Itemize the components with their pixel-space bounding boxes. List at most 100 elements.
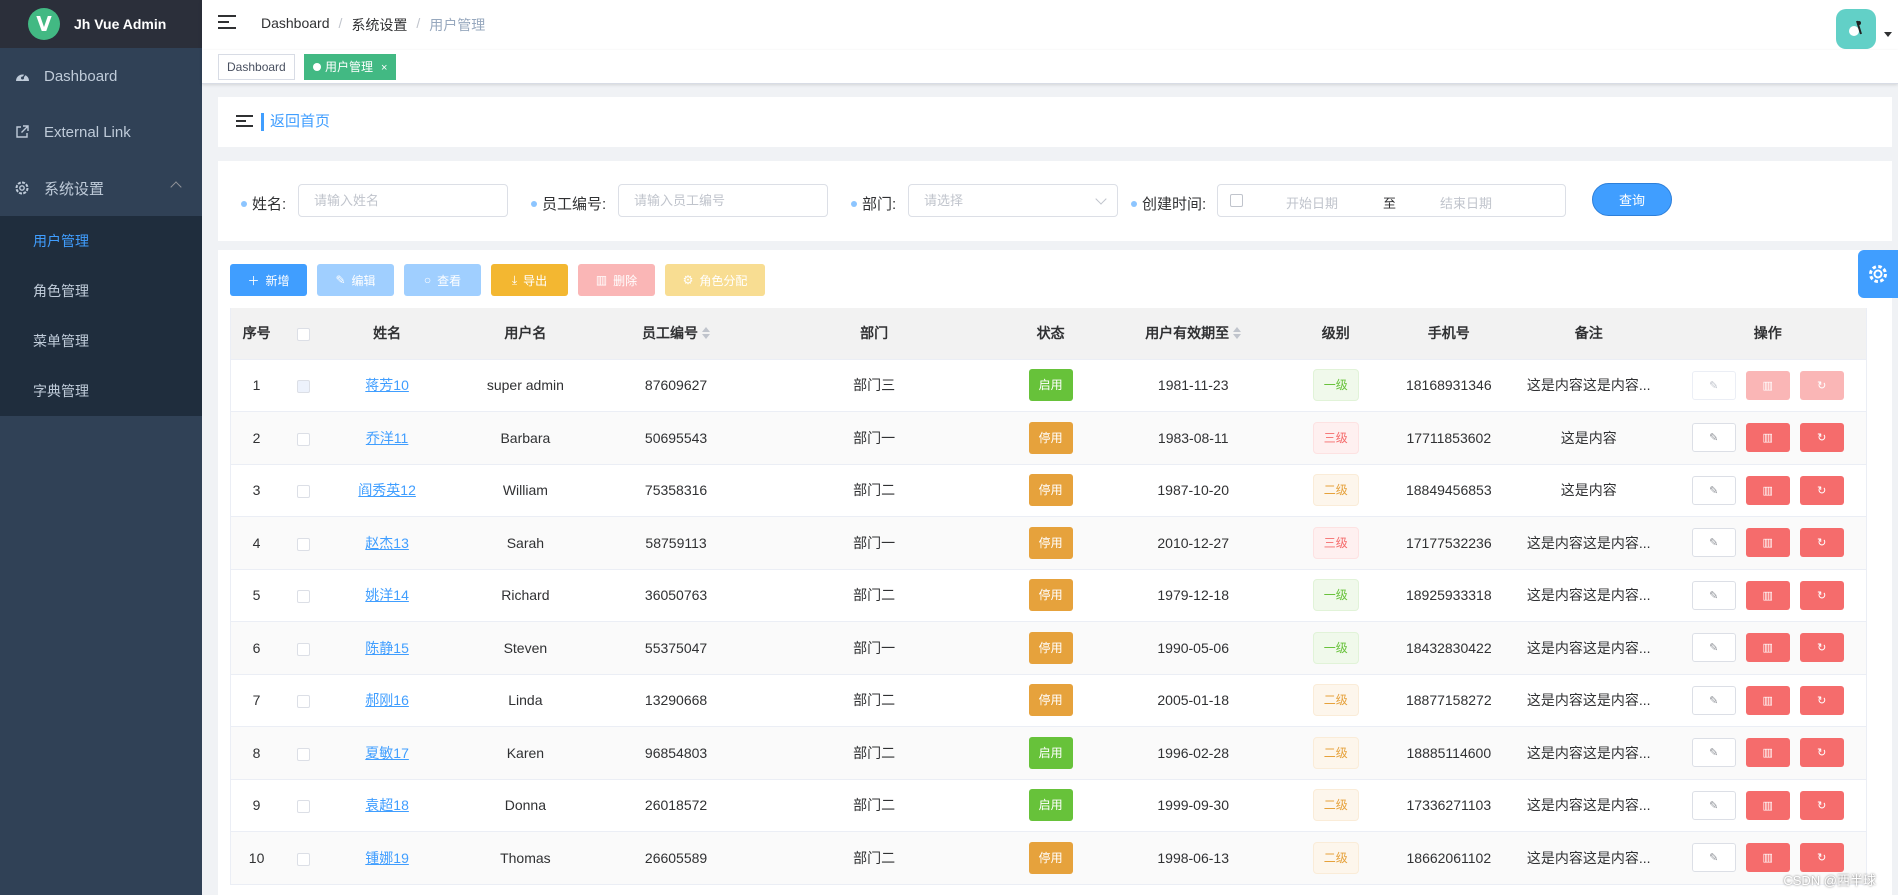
sort-icon[interactable]: [702, 327, 711, 340]
sidebar-item-system-settings[interactable]: 系统设置: [0, 160, 202, 216]
sidebar-item-menu-management[interactable]: 菜单管理: [0, 316, 202, 366]
row-reset-button[interactable]: ↻: [1799, 738, 1844, 768]
user-name-link[interactable]: 袁超18: [365, 797, 409, 813]
cell-select[interactable]: [282, 674, 325, 727]
select-all-checkbox[interactable]: [296, 328, 310, 342]
user-name-link[interactable]: 赵杰13: [365, 535, 409, 551]
name-input[interactable]: 请输入姓名: [298, 184, 508, 217]
avatar[interactable]: [1836, 9, 1876, 49]
view-button[interactable]: ○ 查看: [404, 264, 481, 296]
row-delete-button[interactable]: ▥: [1745, 843, 1790, 873]
hamburger-icon[interactable]: [218, 15, 236, 33]
table-row[interactable]: 7 郝刚16 Linda 13290668 部门二 停用 2005-01-18 二级 18877…: [230, 674, 1867, 727]
row-reset-button[interactable]: ↻: [1799, 528, 1844, 558]
role-assign-button[interactable]: ⚙ 角色分配: [665, 264, 765, 296]
row-edit-button[interactable]: ✎: [1691, 685, 1736, 715]
row-delete-button[interactable]: ▥: [1745, 685, 1790, 715]
row-delete-button[interactable]: ▥: [1745, 475, 1790, 505]
row-reset-button[interactable]: ↻: [1799, 843, 1844, 873]
user-name-link[interactable]: 夏敏17: [365, 745, 409, 761]
breadcrumb-item[interactable]: Dashboard: [261, 15, 330, 35]
cell-select[interactable]: [282, 359, 325, 412]
row-edit-button[interactable]: ✎: [1691, 475, 1736, 505]
row-edit-button[interactable]: ✎: [1691, 580, 1736, 610]
row-checkbox[interactable]: [296, 432, 310, 446]
row-checkbox[interactable]: [296, 642, 310, 656]
row-checkbox[interactable]: [296, 800, 310, 814]
row-checkbox[interactable]: [296, 380, 310, 394]
cell-select[interactable]: [282, 779, 325, 832]
back-home-link[interactable]: 返回首页: [261, 113, 330, 131]
row-checkbox[interactable]: [296, 852, 310, 866]
row-edit-button[interactable]: ✎: [1691, 633, 1736, 663]
table-row[interactable]: 6 陈静15 Steven 55375047 部门一 停用 1990-05-06 一级 1843…: [230, 621, 1867, 675]
tag-user-management[interactable]: 用户管理 ×: [304, 54, 397, 80]
table-row[interactable]: 2 乔洋11 Barbara 50695543 部门一 停用 1983-08-11 三级 177…: [230, 411, 1867, 465]
user-name-link[interactable]: 陈静15: [365, 640, 409, 656]
date-range-picker[interactable]: 开始日期 至 结束日期: [1217, 184, 1566, 217]
table-row[interactable]: 5 姚洋14 Richard 36050763 部门二 停用 1979-12-18 一级 189…: [230, 569, 1867, 622]
edit-button[interactable]: ✎ 编辑: [317, 264, 394, 296]
close-icon[interactable]: ×: [381, 62, 387, 74]
cell-select[interactable]: [282, 516, 325, 570]
sidebar-item-role-management[interactable]: 角色管理: [0, 266, 202, 316]
row-delete-button[interactable]: ▥: [1745, 580, 1790, 610]
row-delete-button[interactable]: ▥: [1745, 738, 1790, 768]
row-reset-button[interactable]: ↻: [1799, 475, 1844, 505]
sort-icon[interactable]: [1233, 327, 1242, 340]
row-checkbox[interactable]: [296, 747, 310, 761]
col-select[interactable]: [282, 308, 325, 360]
end-date-input[interactable]: 结束日期: [1440, 193, 1492, 212]
row-delete-button[interactable]: ▥: [1745, 370, 1790, 400]
col-expire[interactable]: 用户有效期至: [1104, 308, 1282, 360]
cell-select[interactable]: [282, 411, 325, 465]
export-button[interactable]: ⤓ 导出: [491, 264, 568, 296]
row-delete-button[interactable]: ▥: [1745, 423, 1790, 453]
sidebar-item-external-link[interactable]: External Link: [0, 104, 202, 160]
row-reset-button[interactable]: ↻: [1799, 633, 1844, 663]
row-reset-button[interactable]: ↻: [1799, 790, 1844, 820]
cell-select[interactable]: [282, 831, 325, 885]
sidebar-item-dict-management[interactable]: 字典管理: [0, 366, 202, 416]
user-name-link[interactable]: 乔洋11: [366, 430, 409, 446]
caret-down-icon[interactable]: [1884, 32, 1892, 37]
row-reset-button[interactable]: ↻: [1799, 685, 1844, 715]
row-edit-button[interactable]: ✎: [1691, 738, 1736, 768]
row-edit-button[interactable]: ✎: [1691, 528, 1736, 558]
query-button[interactable]: 查询: [1592, 183, 1672, 216]
user-name-link[interactable]: 姚洋14: [365, 587, 409, 603]
col-emp-no[interactable]: 员工编号: [600, 308, 752, 360]
table-row[interactable]: 1 蒋芳10 super admin 87609627 部门三 启用 1981-11-23 一…: [230, 359, 1867, 412]
cell-select[interactable]: [282, 569, 325, 622]
sidebar-item-dashboard[interactable]: Dashboard: [0, 48, 202, 104]
row-reset-button[interactable]: ↻: [1799, 423, 1844, 453]
settings-button[interactable]: [1858, 250, 1898, 298]
cell-select[interactable]: [282, 621, 325, 675]
row-edit-button[interactable]: ✎: [1691, 370, 1736, 400]
start-date-input[interactable]: 开始日期: [1286, 193, 1338, 212]
table-row[interactable]: 3 阎秀英12 William 75358316 部门二 停用 1987-10-20 二级 18…: [230, 464, 1867, 517]
table-row[interactable]: 9 袁超18 Donna 26018572 部门二 启用 1999-09-30 二级 17336…: [230, 779, 1867, 832]
emp-no-input[interactable]: 请输入员工编号: [618, 184, 828, 217]
user-name-link[interactable]: 蒋芳10: [365, 377, 409, 393]
row-delete-button[interactable]: ▥: [1745, 528, 1790, 558]
row-edit-button[interactable]: ✎: [1691, 423, 1736, 453]
tag-dashboard[interactable]: Dashboard: [218, 54, 295, 80]
row-checkbox[interactable]: [296, 590, 310, 604]
cell-select[interactable]: [282, 726, 325, 780]
sidebar-item-user-management[interactable]: 用户管理: [0, 216, 202, 266]
cell-select[interactable]: [282, 464, 325, 517]
row-edit-button[interactable]: ✎: [1691, 843, 1736, 873]
row-checkbox[interactable]: [296, 485, 310, 499]
dept-select[interactable]: 请选择: [908, 184, 1118, 217]
fold-icon[interactable]: [236, 115, 253, 129]
table-row[interactable]: 8 夏敏17 Karen 96854803 部门二 启用 1996-02-28 二级 18885…: [230, 726, 1867, 780]
delete-button[interactable]: ▥ 删除: [578, 264, 655, 296]
user-name-link[interactable]: 锺娜19: [365, 850, 409, 866]
row-delete-button[interactable]: ▥: [1745, 790, 1790, 820]
add-button[interactable]: ＋新增: [230, 264, 307, 296]
row-reset-button[interactable]: ↻: [1799, 370, 1844, 400]
row-checkbox[interactable]: [296, 537, 310, 551]
user-name-link[interactable]: 阎秀英12: [358, 482, 416, 498]
row-delete-button[interactable]: ▥: [1745, 633, 1790, 663]
